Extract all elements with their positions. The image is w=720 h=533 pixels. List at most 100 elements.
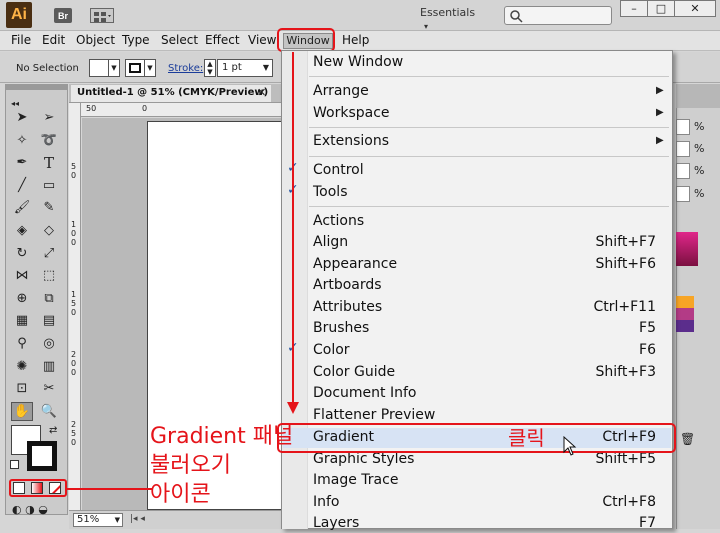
line-tool-icon[interactable]: ╱ [11,176,33,195]
stroke-swatch[interactable] [125,59,145,77]
panel-header[interactable] [676,84,720,108]
menu-item-appearance[interactable]: Appearance [313,254,397,274]
shortcut-brushes: F5 [639,320,656,336]
width-tool-icon[interactable]: ⋈ [11,266,33,285]
close-tab-icon[interactable]: ✕ [257,86,266,99]
menu-item-new-window[interactable]: New Window [313,52,403,72]
menu-item-control[interactable]: Control [313,160,364,180]
rotate-tool-icon[interactable]: ↻ [11,244,33,263]
direct-selection-tool-icon[interactable]: ➢ [38,108,60,127]
ruler-label: 2 5 0 [71,420,77,447]
page-nav-icon[interactable]: |◂ ◂ [130,514,145,524]
type-tool-icon[interactable]: T [38,153,60,172]
horizontal-ruler[interactable] [69,103,284,117]
pencil-tool-icon[interactable]: ✎ [38,198,60,217]
default-colors-icon[interactable] [10,460,19,469]
swatch-strip[interactable] [676,296,694,332]
menu-item-info[interactable]: Info [313,492,340,512]
eyedropper-tool-icon[interactable]: ⚲ [11,334,33,353]
search-input[interactable] [504,6,612,25]
selection-tool-icon[interactable]: ➤ [11,108,33,127]
annotation-arrow-head [287,402,299,414]
menu-select[interactable]: Select [161,33,198,49]
menu-edit[interactable]: Edit [42,33,65,49]
menu-item-layers[interactable]: Layers [313,513,359,533]
chevron-down-icon: ▼ [111,64,117,72]
menu-item-tools[interactable]: Tools [313,182,348,202]
document-tab[interactable]: Untitled-1 @ 51% (CMYK/Preview) [71,85,271,102]
eraser-tool-icon[interactable]: ◇ [38,221,60,240]
hand-tool-icon[interactable]: ✋ [11,401,33,421]
pen-tool-icon[interactable]: ✒ [11,153,33,172]
chevron-down-icon: ▾ [424,22,429,31]
stroke-dropdown[interactable]: ▼ [144,59,156,77]
magic-wand-tool-icon[interactable]: ✧ [11,131,33,150]
trash-icon[interactable]: 🗑 [680,432,695,446]
shape-builder-tool-icon[interactable]: ⊕ [11,289,33,308]
bridge-button[interactable]: Br [54,8,72,23]
stroke-color-box[interactable] [27,441,57,471]
stroke-label[interactable]: Stroke: [168,63,203,74]
blend-tool-icon[interactable]: ◎ [38,334,60,353]
percent-sign: % [694,120,705,133]
menu-item-color-guide[interactable]: Color Guide [313,362,395,382]
paintbrush-tool-icon[interactable]: 🖌 [11,198,33,217]
menu-item-attributes[interactable]: Attributes [313,297,382,317]
lasso-tool-icon[interactable]: ➰ [38,131,60,150]
cmyk-field[interactable] [676,163,690,179]
shortcut-attributes: Ctrl+F11 [593,299,656,315]
cmyk-field[interactable] [676,141,690,157]
menu-help[interactable]: Help [342,33,369,49]
free-transform-tool-icon[interactable]: ⬚ [38,266,60,285]
cmyk-field[interactable] [676,119,690,135]
fill-swatch[interactable] [89,59,109,77]
menu-item-actions[interactable]: Actions [313,211,364,231]
menu-item-flattener-preview[interactable]: Flattener Preview [313,405,435,425]
workspace-switcher[interactable]: Essentials ▾ [420,6,486,31]
menu-item-workspace[interactable]: Workspace [313,103,390,123]
panel-collapse-icon[interactable]: ◂◂ [11,95,19,109]
minimize-button[interactable]: – [620,0,648,17]
menu-item-align[interactable]: Align [313,232,348,252]
drawing-mode-icon[interactable]: ◐ ◑ ◒ [12,503,48,516]
menu-gutter [282,51,308,529]
stroke-weight-field[interactable]: 1 pt ▼ [217,59,273,77]
menu-effect[interactable]: Effect [205,33,240,49]
stroke-weight-stepper[interactable]: ▲ ▼ [204,59,216,77]
tools-panel-grip[interactable] [5,84,68,90]
menu-item-image-trace[interactable]: Image Trace [313,470,398,490]
menu-object[interactable]: Object [76,33,115,49]
zoom-level-field[interactable]: 51% ▼ [73,513,123,527]
perspective-grid-tool-icon[interactable]: ⧉ [38,289,60,308]
zoom-tool-icon[interactable]: 🔍 [38,402,60,421]
close-button[interactable]: ✕ [674,0,716,17]
maximize-button[interactable]: □ [647,0,675,17]
submenu-arrow-icon: ▶ [656,107,664,118]
menu-item-document-info[interactable]: Document Info [313,383,416,403]
rectangle-tool-icon[interactable]: ▭ [38,176,60,195]
tool-grid: ➤ ➢ ✧ ➰ ✒ T ╱ ▭ 🖌 ✎ ◈ ◇ ↻ ⤢ ⋈ ⬚ ⊕ ⧉ ▦ ▤ … [11,108,65,421]
menu-item-extensions[interactable]: Extensions [313,131,389,151]
menu-item-arrange[interactable]: Arrange [313,81,369,101]
color-spectrum[interactable] [676,232,698,266]
menu-item-artboards[interactable]: Artboards [313,275,382,295]
mesh-tool-icon[interactable]: ▦ [11,311,33,330]
column-graph-tool-icon[interactable]: ▥ [38,357,60,376]
symbol-sprayer-tool-icon[interactable]: ✺ [11,357,33,376]
scale-tool-icon[interactable]: ⤢ [38,244,60,263]
menu-view[interactable]: View [248,33,276,49]
menu-type[interactable]: Type [122,33,150,49]
swap-fill-stroke-icon[interactable]: ⇄ [49,425,57,436]
arrange-documents-icon[interactable] [90,8,114,23]
artboard-tool-icon[interactable]: ⊡ [11,379,33,398]
ruler-label: 2 0 0 [71,350,77,377]
slice-tool-icon[interactable]: ✂ [38,379,60,398]
menu-item-color[interactable]: Color [313,340,350,360]
cmyk-field[interactable] [676,186,690,202]
blob-brush-tool-icon[interactable]: ◈ [11,221,33,240]
fill-dropdown[interactable]: ▼ [108,59,120,77]
menu-separator [309,156,669,157]
menu-item-brushes[interactable]: Brushes [313,318,369,338]
menu-file[interactable]: File [11,33,31,49]
gradient-tool-icon[interactable]: ▤ [38,311,60,330]
